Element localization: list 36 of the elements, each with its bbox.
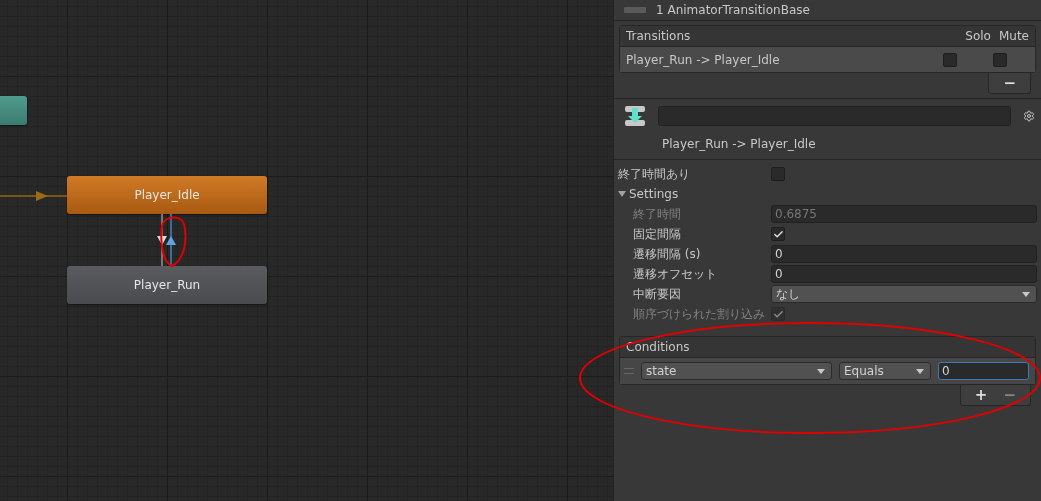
column-header: Mute <box>998 29 1029 43</box>
transition-arrow[interactable] <box>156 214 168 266</box>
component-header: 1 AnimatorTransitionBase <box>656 3 810 17</box>
state-node[interactable]: Player_Idle <box>67 176 267 214</box>
settings-icon[interactable] <box>1023 110 1035 122</box>
annotation-loop <box>160 216 187 267</box>
property-label: 中断要因 <box>633 285 682 303</box>
add-button[interactable]: + <box>968 386 994 404</box>
list-title: Conditions <box>626 340 691 354</box>
transition-icon <box>624 105 646 127</box>
property-label: 固定間隔 <box>633 225 682 243</box>
mode-dropdown[interactable]: Equals <box>839 362 931 380</box>
transition-arrow[interactable] <box>165 214 177 266</box>
solo-checkbox[interactable] <box>943 52 957 67</box>
settings-foldout[interactable]: Settings <box>614 184 1041 204</box>
number-field[interactable]: 0 <box>771 245 1037 263</box>
property-label: 順序づけられた割り込み <box>633 305 766 323</box>
value-field[interactable]: 0 <box>938 362 1029 380</box>
transition-title: Player_Run -> Player_Idle <box>661 137 817 151</box>
transition-row[interactable]: Player_Run -> Player_Idle <box>620 47 1035 72</box>
property-label: 終了時間 <box>633 205 682 223</box>
number-field[interactable]: 0 <box>771 265 1037 283</box>
drag-handle-icon[interactable] <box>624 368 634 374</box>
state-node[interactable]: Player_Run <box>67 266 267 304</box>
property-label: 遷移オフセット <box>633 265 718 283</box>
list-title: Transitions <box>626 29 692 43</box>
component-icon <box>624 7 646 13</box>
property-checkbox[interactable] <box>771 227 785 241</box>
entry-transition-arrow <box>0 190 67 202</box>
dropdown[interactable]: なし <box>771 285 1037 303</box>
column-header: Solo <box>965 29 991 43</box>
exit-time-checkbox[interactable] <box>771 167 785 181</box>
mute-checkbox[interactable] <box>993 52 1007 67</box>
property-label: 終了時間あり <box>618 165 691 183</box>
property-label: 遷移間隔 (s) <box>633 245 702 263</box>
parameter-dropdown[interactable]: state <box>641 362 832 380</box>
